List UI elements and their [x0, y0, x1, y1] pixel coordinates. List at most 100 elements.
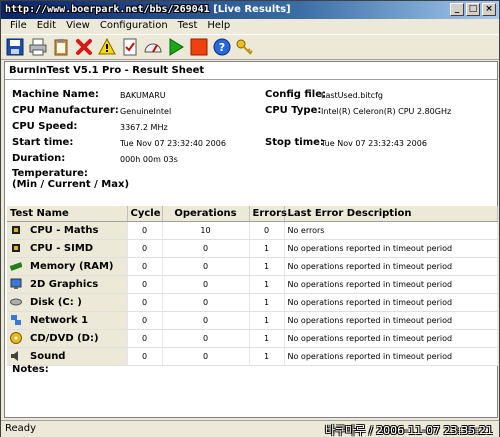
- last-error-cell: No errors: [284, 221, 498, 240]
- errors-cell: 1: [249, 257, 285, 276]
- cycle-cell: 0: [127, 257, 163, 276]
- title-bar[interactable]: http://www.boerpark.net/bbs/269041 [Live…: [1, 1, 499, 19]
- last-error-cell: No operations reported in timeout period: [284, 275, 498, 294]
- config-file-value: LastUsed.bitcfg: [321, 91, 383, 100]
- test-name: Disk (C: ): [30, 297, 82, 308]
- duration-value: 000h 00m 03s: [120, 155, 178, 164]
- save-icon: [6, 38, 24, 56]
- table-row[interactable]: Sound 0 0 1 No operations reported in timeou…: [7, 347, 498, 366]
- operations-cell: 0: [162, 311, 250, 330]
- operations-cell: 0: [162, 239, 250, 258]
- speedometer-button[interactable]: [142, 36, 164, 58]
- errors-cell: 1: [249, 239, 285, 258]
- cpu-manufacturer-label: CPU Manufacturer:: [12, 105, 119, 116]
- machine-name-label: Machine Name:: [12, 89, 99, 100]
- save-button[interactable]: [4, 36, 26, 58]
- cycle-cell: 0: [127, 293, 163, 312]
- test-name: Sound: [30, 351, 66, 362]
- results-table: Test Name Cycle Operations Errors Last E…: [7, 206, 498, 366]
- print-button[interactable]: [27, 36, 49, 58]
- col-test-name[interactable]: Test Name: [7, 206, 128, 222]
- test-name-cell: Disk (C: ): [7, 293, 128, 312]
- notes-label: Notes:: [12, 364, 49, 375]
- test-name-cell: CPU - SIMD: [7, 239, 128, 258]
- cycle-cell: 0: [127, 311, 163, 330]
- cpu-speed-label: CPU Speed:: [12, 121, 78, 132]
- help-button[interactable]: ?: [211, 36, 233, 58]
- duration-label: Duration:: [12, 153, 66, 164]
- config-file-label: Config file:: [265, 89, 327, 100]
- warning-icon: [98, 38, 116, 55]
- test-name-cell: CPU - Maths: [7, 221, 128, 240]
- operations-cell: 0: [162, 293, 250, 312]
- test-name-cell: CD/DVD (D:): [7, 329, 128, 348]
- sheet-title: BurnInTest V5.1 Pro - Result Sheet: [9, 65, 205, 76]
- start-time-label: Start time:: [12, 137, 74, 148]
- table-row[interactable]: Disk (C: ) 0 0 1 No operations reported in t…: [7, 293, 498, 312]
- col-operations[interactable]: Operations: [162, 206, 250, 222]
- help-icon: ?: [213, 38, 231, 56]
- menu-help[interactable]: Help: [202, 19, 235, 33]
- table-header-row: Test Name Cycle Operations Errors Last E…: [7, 206, 498, 222]
- test-name: CPU - Maths: [30, 225, 99, 236]
- last-error-cell: No operations reported in timeout period: [284, 257, 498, 276]
- col-last-error[interactable]: Last Error Description: [284, 206, 498, 222]
- checklist-button[interactable]: [119, 36, 141, 58]
- stop-button[interactable]: [188, 36, 210, 58]
- menu-configuration[interactable]: Configuration: [95, 19, 173, 33]
- stop-x-icon: [76, 39, 92, 55]
- key-icon: [236, 39, 253, 55]
- monitor-icon: [10, 278, 22, 290]
- cpu-type-value: Intel(R) Celeron(R) CPU 2.80GHz: [321, 107, 452, 116]
- operations-cell: 0: [162, 329, 250, 348]
- col-cycle[interactable]: Cycle: [127, 206, 163, 222]
- menu-file[interactable]: File: [5, 19, 32, 33]
- clipboard-icon: [54, 39, 68, 56]
- test-name-cell: Network 1: [7, 311, 128, 330]
- cd-icon: [10, 332, 22, 344]
- menu-view[interactable]: View: [61, 19, 95, 33]
- table-row[interactable]: CD/DVD (D:) 0 0 1 No operations reported in …: [7, 329, 498, 348]
- maximize-button[interactable]: □: [466, 3, 480, 16]
- errors-cell: 1: [249, 275, 285, 294]
- operations-cell: 0: [162, 257, 250, 276]
- svg-text:?: ?: [219, 41, 225, 54]
- last-error-cell: No operations reported in timeout period: [284, 239, 498, 258]
- test-name-cell: Memory (RAM): [7, 257, 128, 276]
- checklist-icon: [123, 38, 137, 56]
- window-title: [Live Results]: [213, 4, 291, 15]
- temperature-sublabel: (Min / Current / Max): [12, 179, 130, 190]
- table-row[interactable]: Network 1 0 0 1 No operations reported in ti…: [7, 311, 498, 330]
- cycle-cell: 0: [127, 275, 163, 294]
- watermark: 바쿠마루 / 2006-11-07 23:35:21: [324, 424, 493, 437]
- test-name: CPU - SIMD: [30, 243, 94, 254]
- cpu-chip-icon: [10, 242, 22, 254]
- key-button[interactable]: [234, 36, 256, 58]
- divider: [5, 79, 497, 80]
- last-error-cell: No operations reported in timeout period: [284, 347, 498, 366]
- toolbar: ?: [1, 34, 499, 60]
- table-row[interactable]: 2D Graphics 0 0 1 No operations reported in …: [7, 275, 498, 294]
- close-button[interactable]: ×: [482, 3, 496, 16]
- test-name: CD/DVD (D:): [30, 333, 99, 344]
- burnintest-window: http://www.boerpark.net/bbs/269041 [Live…: [0, 0, 500, 437]
- last-error-cell: No operations reported in timeout period: [284, 293, 498, 312]
- test-name-cell: Sound: [7, 347, 128, 366]
- clipboard-button[interactable]: [50, 36, 72, 58]
- table-row[interactable]: Memory (RAM) 0 0 1 No operations reported in…: [7, 257, 498, 276]
- minimize-button[interactable]: _: [450, 3, 464, 16]
- play-button[interactable]: [165, 36, 187, 58]
- warning-button[interactable]: [96, 36, 118, 58]
- title-url-overlay: http://www.boerpark.net/bbs/269041: [5, 4, 210, 15]
- test-name: 2D Graphics: [30, 279, 99, 290]
- col-errors[interactable]: Errors: [249, 206, 287, 222]
- test-name: Memory (RAM): [30, 261, 114, 272]
- menu-test[interactable]: Test: [173, 19, 203, 33]
- errors-cell: 0: [249, 221, 285, 240]
- table-row[interactable]: CPU - Maths 0 10 0 No errors: [7, 221, 498, 240]
- table-row[interactable]: CPU - SIMD 0 0 1 No operations reported in t…: [7, 239, 498, 258]
- operations-cell: 0: [162, 347, 250, 366]
- menu-edit[interactable]: Edit: [32, 19, 61, 33]
- stop-test-button[interactable]: [73, 36, 95, 58]
- disk-drive-icon: [10, 296, 22, 308]
